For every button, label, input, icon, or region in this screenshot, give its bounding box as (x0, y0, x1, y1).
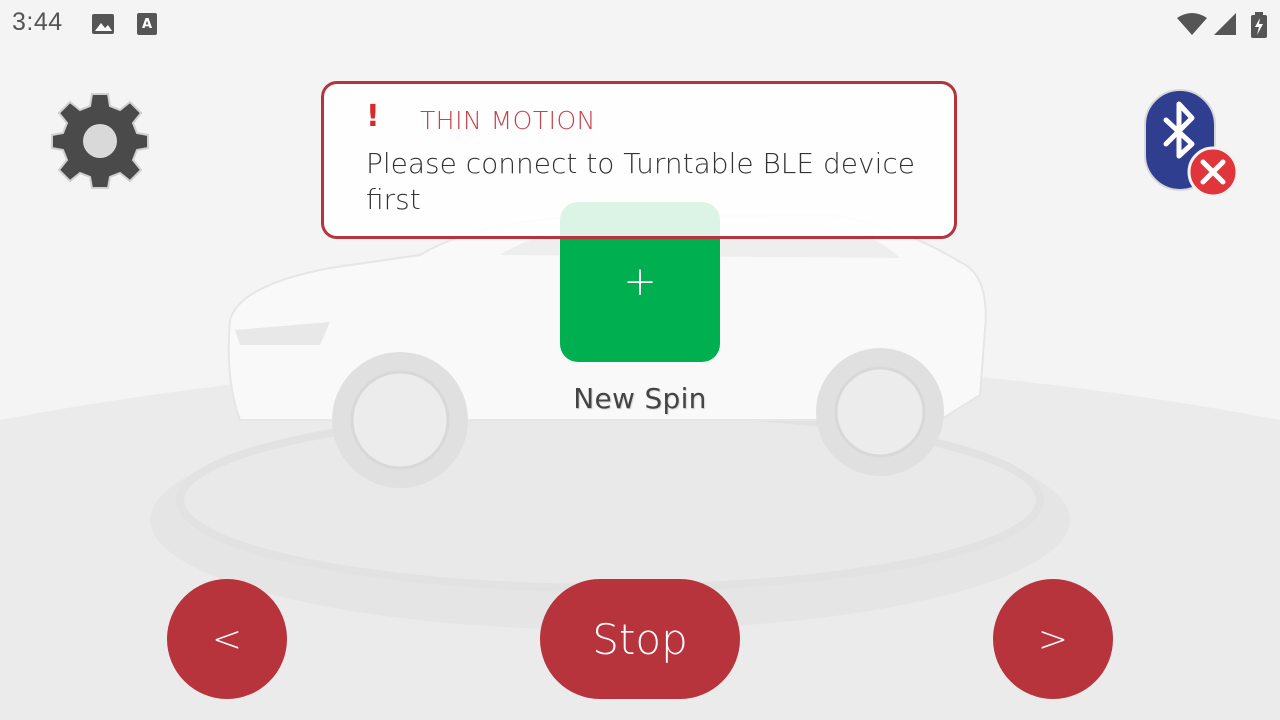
alert-title: THIN MOTION (420, 106, 596, 135)
stop-label: Stop (592, 614, 688, 664)
battery-icon (1251, 12, 1267, 38)
previous-button[interactable]: < (167, 579, 287, 699)
new-spin-label: New Spin (573, 382, 707, 415)
keyboard-a-icon: A (137, 13, 157, 35)
svg-text:A: A (142, 17, 152, 32)
image-icon (92, 14, 114, 34)
next-button[interactable]: > (993, 579, 1113, 699)
bluetooth-icon (1144, 89, 1239, 198)
connection-alert: ! THIN MOTION Please connect to Turntabl… (321, 81, 957, 239)
settings-button[interactable] (50, 90, 150, 190)
next-label: > (1037, 618, 1069, 660)
alert-message: Please connect to Turntable BLE device f… (366, 147, 915, 216)
exclamation-icon: ! (366, 99, 380, 134)
gear-icon (51, 93, 149, 189)
signal-icon (1214, 13, 1236, 35)
status-time: 3:44 (12, 8, 63, 36)
stop-button[interactable]: Stop (540, 579, 740, 699)
bluetooth-button[interactable] (1140, 88, 1242, 200)
disconnected-x-icon (1187, 146, 1239, 198)
wifi-icon (1177, 13, 1207, 35)
previous-label: < (211, 618, 243, 660)
status-bar: 3:44 A (0, 0, 1280, 48)
